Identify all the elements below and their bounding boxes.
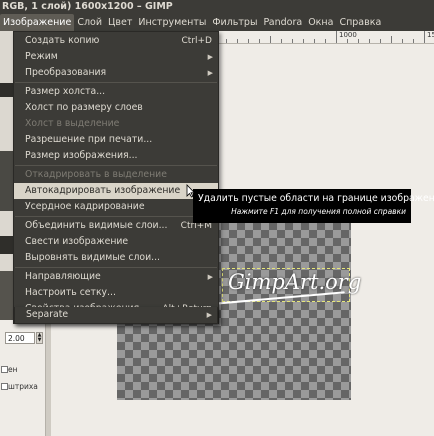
watermark-text: GimpArt.org xyxy=(228,270,362,294)
size-spinbox[interactable]: 2.00 xyxy=(5,332,35,344)
menu-item-flatten[interactable]: Свести изображение xyxy=(14,234,218,250)
submenu-arrow-icon: ▶ xyxy=(206,311,212,319)
menu-help[interactable]: Справка xyxy=(336,14,384,31)
ruler-label-1500: 1500 xyxy=(427,31,434,39)
menu-tools[interactable]: Инструменты xyxy=(135,14,209,31)
spin-arrows-icon[interactable]: ▲ ▼ xyxy=(36,332,43,344)
menu-pandora[interactable]: Pandora xyxy=(260,14,305,31)
tooltip-text: Удалить пустые области на границе изобра… xyxy=(198,193,434,204)
submenu-arrow-icon: ▶ xyxy=(207,273,213,281)
menu-item-crop-to-selection: Откадрировать в выделение xyxy=(25,169,167,180)
menu-item-transform[interactable]: Преобразования ▶ xyxy=(14,65,218,81)
menu-item-separate[interactable]: Separate ▶ xyxy=(14,307,218,324)
menubar: Изображение Слой Цвет Инструменты Фильтр… xyxy=(0,14,434,31)
checkbox-2[interactable] xyxy=(1,383,8,390)
image-menu-dropdown: Создать копию Ctrl+D Режим ▶ Преобразова… xyxy=(13,31,219,324)
menu-item-scale-image[interactable]: Размер изображения... xyxy=(14,148,218,164)
window-title: RGB, 1 слой) 1600x1200 – GIMP xyxy=(0,0,434,14)
menu-item-print-size[interactable]: Разрешение при печати... xyxy=(14,132,218,148)
menu-item-zealous-crop[interactable]: Усердное кадрирование xyxy=(14,199,218,215)
menu-layer[interactable]: Слой xyxy=(74,14,105,31)
mouse-cursor-icon xyxy=(186,184,196,198)
menu-item-guides[interactable]: Направляющие ▶ xyxy=(14,269,218,285)
menu-item-mode[interactable]: Режим ▶ xyxy=(14,49,218,65)
tooltip: Удалить пустые области на границе изобра… xyxy=(193,189,434,223)
horizontal-ruler[interactable]: 1000 1500 xyxy=(218,31,434,44)
menu-item-fit-canvas-layers[interactable]: Холст по размеру слоев xyxy=(14,100,218,116)
menu-windows[interactable]: Окна xyxy=(305,14,336,31)
ruler-label-1000: 1000 xyxy=(339,31,357,39)
checkbox-1[interactable] xyxy=(1,366,8,373)
menu-item-fit-canvas-selection: Холст в выделение xyxy=(25,118,120,129)
menu-filters[interactable]: Фильтры xyxy=(209,14,260,31)
menu-item-canvas-size[interactable]: Размер холста... xyxy=(14,84,218,100)
submenu-arrow-icon: ▶ xyxy=(207,69,213,77)
option-label-1: ен xyxy=(8,365,18,374)
menu-item-align-layers[interactable]: Выровнять видимые слои... xyxy=(14,250,218,266)
tooltip-help: Нажмите F1 для получения полной справки xyxy=(231,207,406,216)
menu-item-configure-grid[interactable]: Настроить сетку... xyxy=(14,285,218,301)
tool-options: 2.00 ▲ ▼ ен штриха xyxy=(0,320,45,436)
menu-color[interactable]: Цвет xyxy=(105,14,135,31)
menu-item-duplicate[interactable]: Создать копию Ctrl+D xyxy=(14,33,218,49)
menu-image[interactable]: Изображение xyxy=(0,14,75,31)
option-label-2: штриха xyxy=(8,382,38,391)
submenu-arrow-icon: ▶ xyxy=(207,53,213,61)
menu-item-merge-visible[interactable]: Объединить видимые слои... Ctrl+M xyxy=(14,218,218,234)
